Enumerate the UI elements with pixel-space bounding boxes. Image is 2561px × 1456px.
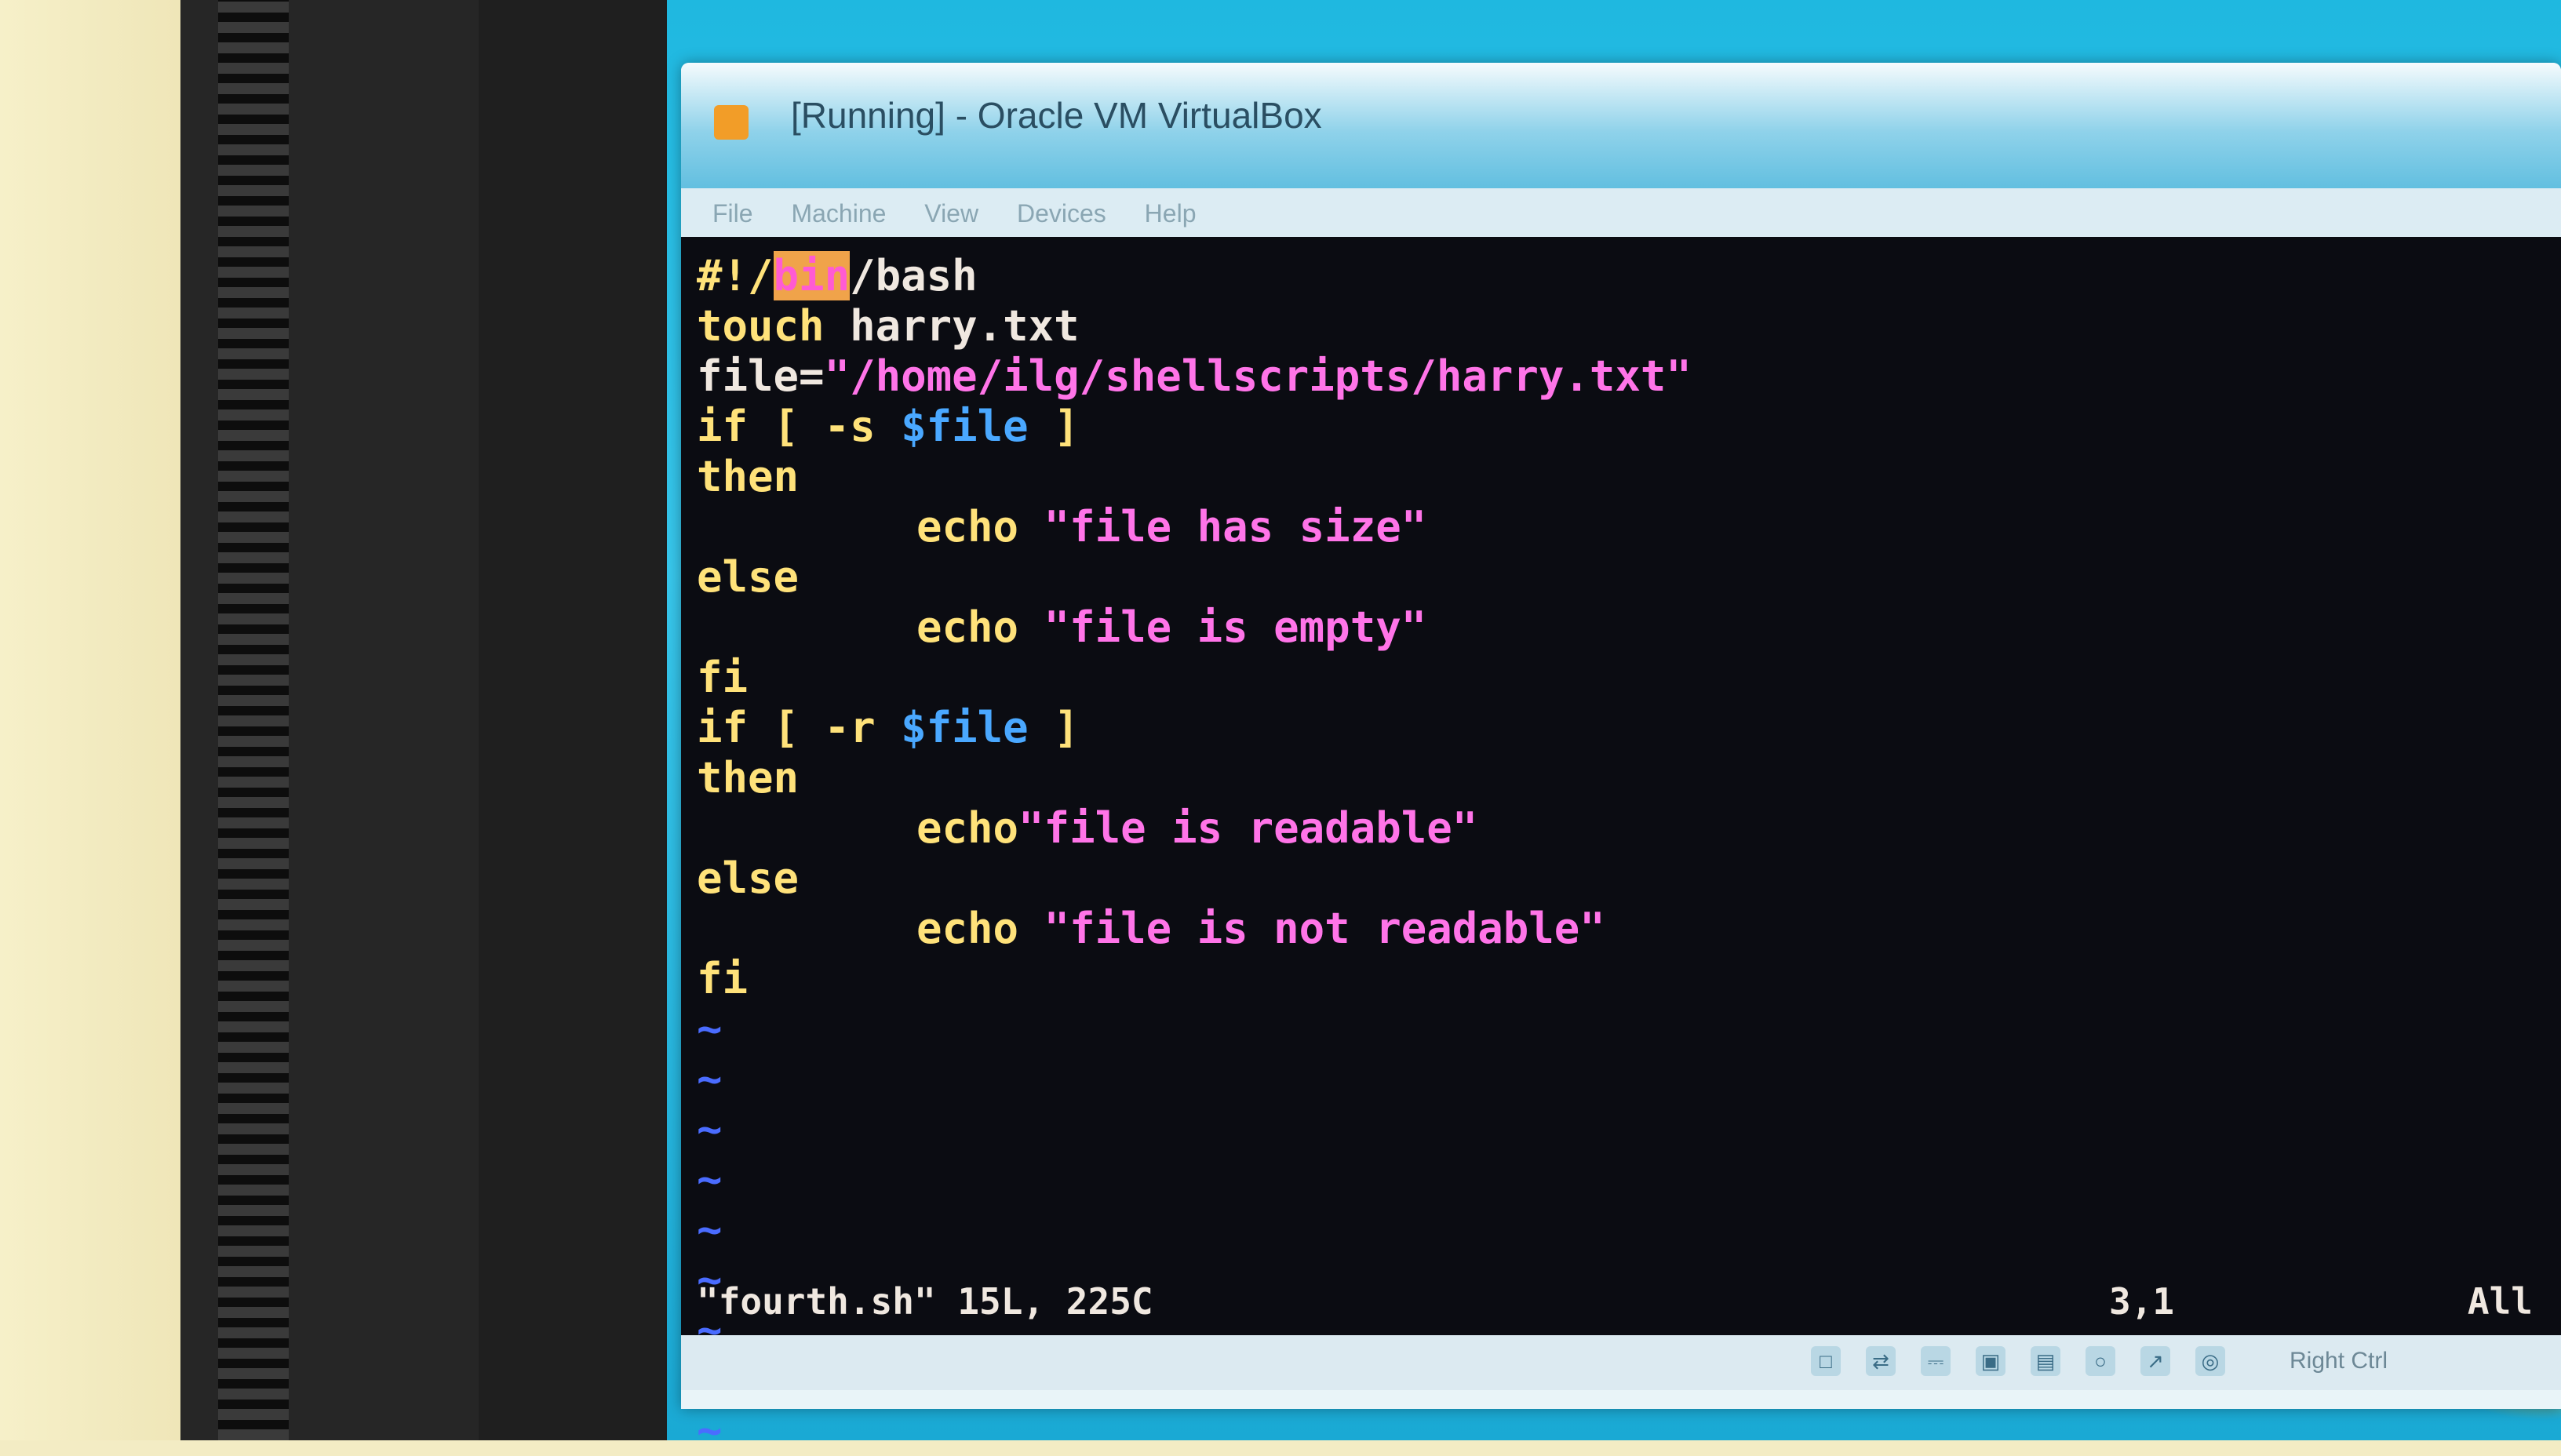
code-token: bin [773, 251, 851, 300]
empty-line-marker: ~ [697, 1205, 723, 1254]
code-token: /bash [850, 251, 978, 300]
code-line: else [697, 854, 1692, 904]
optical-drive-icon[interactable]: ◎ [2195, 1346, 2225, 1376]
usb-icon[interactable]: ⎓ [1921, 1346, 1951, 1376]
virtualbox-window: [Running] - Oracle VM VirtualBox File Ma… [681, 63, 2561, 1455]
display-icon[interactable]: ▣ [1976, 1346, 2005, 1376]
code-line: fi [697, 954, 1692, 1004]
empty-line-marker: ~ [697, 1105, 723, 1154]
code-line: echo "file is empty" [697, 602, 1692, 653]
code-token: $file [901, 402, 1029, 451]
mouse-integration-icon[interactable]: ↗ [2140, 1346, 2170, 1376]
menu-help[interactable]: Help [1145, 199, 1197, 228]
code-token: echo [916, 904, 1044, 953]
menu-view[interactable]: View [924, 199, 978, 228]
host-key-label: Right Ctrl [2290, 1348, 2388, 1374]
vim-file-info: "fourth.sh" 15L, 225C [697, 1280, 1153, 1323]
code-token: then [697, 452, 800, 501]
capture-icon[interactable]: ○ [2086, 1346, 2115, 1376]
code-token: if [ -s [697, 402, 902, 451]
menu-file[interactable]: File [712, 199, 753, 228]
code-line: if [ -r $file ] [697, 703, 1692, 753]
code-token: ] [1028, 402, 1080, 451]
code-line: then [697, 753, 1692, 803]
virtualbox-app-icon [714, 105, 749, 140]
code-token: "file has size" [1044, 502, 1427, 551]
vim-scroll-position: All [2467, 1280, 2533, 1323]
menu-machine[interactable]: Machine [791, 199, 886, 228]
window-title: [Running] - Oracle VM VirtualBox [791, 95, 1322, 136]
virtualbox-status-bar: □ ⇄ ⎓ ▣ ▤ ○ ↗ ◎ Right Ctrl [681, 1335, 2561, 1390]
code-token: if [ -r [697, 703, 902, 752]
case-vent [218, 0, 289, 1440]
code-token: "file is readable" [1018, 803, 1478, 853]
code-line: else [697, 552, 1692, 602]
code-line: echo "file has size" [697, 502, 1692, 552]
code-token: $file [901, 703, 1029, 752]
code-line: touch harry.txt [697, 301, 1692, 351]
code-line: then [697, 452, 1692, 502]
vim-status-line: "fourth.sh" 15L, 225C 3,1 All [697, 1280, 2533, 1327]
wall-background [0, 0, 180, 1440]
code-token: "file is not readable" [1044, 904, 1605, 953]
window-titlebar[interactable]: [Running] - Oracle VM VirtualBox [681, 63, 2561, 188]
code-line: echo"file is readable" [697, 803, 1692, 854]
code-token: else [697, 552, 800, 602]
code-token: echo [916, 803, 1019, 853]
code-line: echo "file is not readable" [697, 904, 1692, 954]
code-token: ] [1028, 703, 1080, 752]
code-token: touch [697, 301, 825, 351]
code-token: echo [916, 502, 1044, 551]
vim-buffer[interactable]: #!/bin/bash touch harry.txt file="/home/il… [697, 251, 1692, 1456]
menu-bar: File Machine View Devices Help [681, 188, 2561, 243]
code-token: then [697, 753, 800, 803]
code-token: harry.txt [824, 301, 1080, 351]
disk-icon[interactable]: □ [1811, 1346, 1841, 1376]
code-line: fi [697, 653, 1692, 703]
code-token: echo [916, 602, 1044, 652]
code-line: #!/bin/bash [697, 251, 1692, 301]
vim-cursor-position: 3,1 [2109, 1280, 2175, 1323]
code-token: else [697, 854, 800, 903]
code-line: if [ -s $file ] [697, 402, 1692, 452]
vm-display[interactable]: #!/bin/bash touch harry.txt file="/home/il… [681, 237, 2561, 1455]
code-line: file="/home/ilg/shellscripts/harry.txt" [697, 351, 1692, 402]
network-icon[interactable]: ⇄ [1866, 1346, 1896, 1376]
empty-line-marker: ~ [697, 1054, 723, 1104]
code-token: #!/ [697, 251, 774, 300]
code-token: fi [697, 954, 749, 1003]
code-token: "/home/ilg/shellscripts/harry.txt" [824, 351, 1692, 401]
menu-devices[interactable]: Devices [1017, 199, 1106, 228]
empty-line-marker: ~ [697, 1406, 723, 1455]
empty-line-marker: ~ [697, 1004, 723, 1054]
empty-line-marker: ~ [697, 1155, 723, 1204]
code-token: "file is empty" [1044, 602, 1427, 652]
shared-folder-icon[interactable]: ▤ [2031, 1346, 2060, 1376]
code-token: fi [697, 653, 749, 702]
code-token: file= [697, 351, 825, 401]
